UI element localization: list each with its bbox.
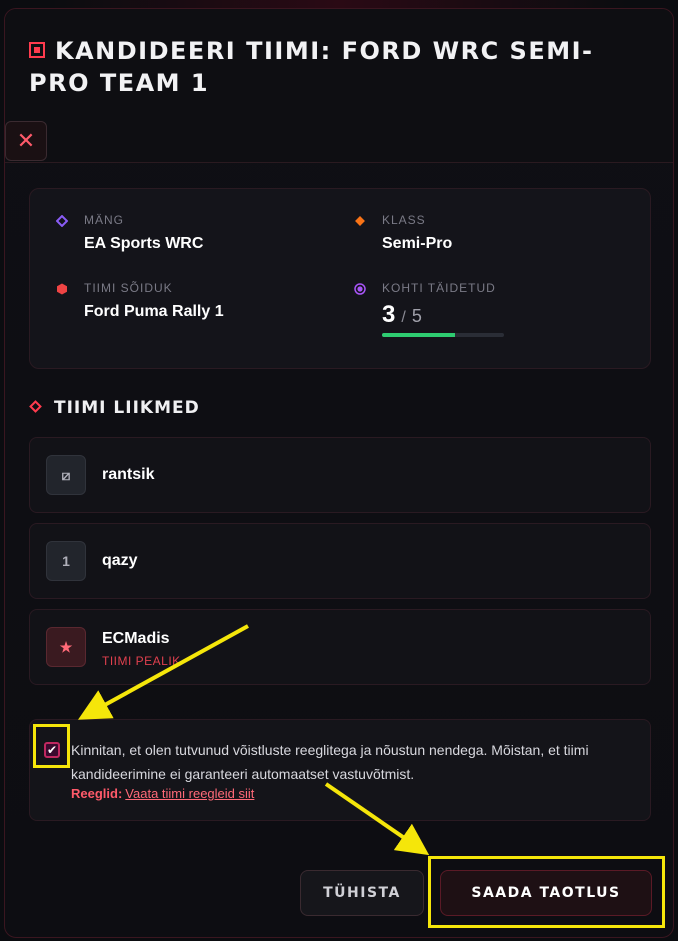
member-name: ECMadis <box>102 630 170 647</box>
close-button[interactable]: ✕ <box>5 121 47 161</box>
members-title-text: Tiimi liikmed <box>54 398 200 418</box>
modal-title: Kandideeri tiimi: Ford WRC Semi-Pro Team… <box>29 35 629 99</box>
diamond-icon <box>56 215 68 227</box>
submit-button[interactable]: Saada taotlus <box>440 870 652 916</box>
diamond-icon <box>355 216 365 226</box>
slots-total: 5 <box>411 306 422 326</box>
team-info-card: Mäng EA Sports WRC Klass Semi-Pro Tiimi … <box>29 188 651 369</box>
modal-title-text: Kandideeri tiimi: Ford WRC Semi-Pro Team… <box>29 37 594 97</box>
agreement-text: Kinnitan, et olen tutvunud võistluste re… <box>71 742 589 782</box>
rules-link[interactable]: Vaata tiimi reegleid siit <box>125 786 254 801</box>
leader-star-badge: ★ <box>46 627 86 667</box>
rules-line: Reeglid: Vaata tiimi reegleid siit <box>71 786 254 801</box>
diamond-outline-icon <box>29 400 42 413</box>
member-name: rantsik <box>102 466 155 483</box>
game-value: EA Sports WRC <box>84 235 204 252</box>
member-row: ★ ECMadis Tiimi pealik <box>29 609 651 685</box>
cancel-button[interactable]: Tühista <box>300 870 424 916</box>
slots-count: 3 / 5 <box>382 301 422 329</box>
agreement-checkbox[interactable]: ✔ <box>44 742 60 758</box>
member-row: 1 qazy <box>29 523 651 599</box>
close-icon: ✕ <box>16 128 36 154</box>
checkmark-icon: ✔ <box>46 743 58 757</box>
slots-label: Kohti täidetud <box>382 281 496 295</box>
member-badge: ⧄ <box>46 455 86 495</box>
slots-separator: / <box>401 309 406 326</box>
slots-filled: 3 <box>382 301 396 328</box>
hexagon-icon <box>57 283 67 295</box>
vehicle-value: Ford Puma Rally 1 <box>84 303 224 320</box>
member-name: qazy <box>102 552 138 569</box>
slots-progress-fill <box>382 333 456 337</box>
member-role: Tiimi pealik <box>102 654 181 668</box>
agreement-box: ✔ Kinnitan, et olen tutvunud võistluste … <box>29 719 651 821</box>
circle-dot-icon <box>354 283 366 295</box>
members-section-title: Tiimi liikmed <box>29 398 200 418</box>
vehicle-label: Tiimi sõiduk <box>84 281 173 295</box>
slots-progress-bar <box>382 333 504 337</box>
stop-square-icon <box>29 42 45 58</box>
modal-header: Kandideeri tiimi: Ford WRC Semi-Pro Team… <box>5 9 673 163</box>
class-label: Klass <box>382 213 426 227</box>
member-row: ⧄ rantsik <box>29 437 651 513</box>
rules-label: Reeglid: <box>71 786 123 801</box>
member-badge: 1 <box>46 541 86 581</box>
class-value: Semi-Pro <box>382 235 453 252</box>
game-label: Mäng <box>84 213 124 227</box>
application-modal: Kandideeri tiimi: Ford WRC Semi-Pro Team… <box>4 8 674 938</box>
